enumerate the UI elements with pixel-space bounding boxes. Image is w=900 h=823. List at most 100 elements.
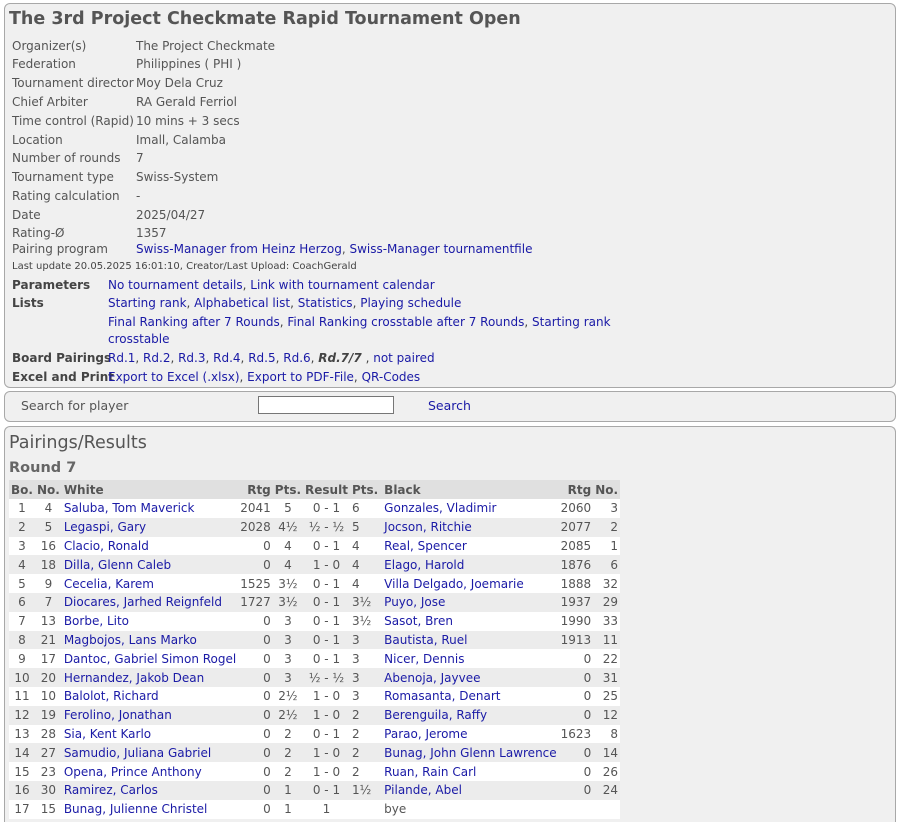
black-player-link[interactable]: Puyo, Jose — [384, 595, 445, 609]
cell-rtg: 0 — [238, 705, 273, 725]
round-6-link[interactable]: Rd.6 — [283, 351, 310, 365]
cell-no: 9 — [34, 574, 62, 593]
black-player-link[interactable]: Nicer, Dennis — [384, 652, 464, 666]
cell-pts: 1 — [272, 799, 304, 819]
cell-pts-black: 2 — [349, 743, 381, 763]
cell-result: ½ - ½ — [303, 668, 350, 687]
black-player-link[interactable]: Bautista, Ruel — [384, 633, 467, 647]
info-key: Date — [12, 208, 41, 222]
final-crosstable-link[interactable]: Final Ranking crosstable after 7 Rounds — [287, 315, 524, 329]
info-key: Pairing program — [12, 242, 108, 256]
playing-schedule-link[interactable]: Playing schedule — [360, 296, 461, 310]
location-link[interactable]: Imall, Calamba — [136, 131, 226, 150]
starting-rank-crosstable-link[interactable]: Starting rank — [532, 315, 611, 329]
black-player-link[interactable]: Elago, Harold — [384, 558, 464, 572]
cell-board: 6 — [9, 592, 35, 612]
round-3-link[interactable]: Rd.3 — [178, 351, 205, 365]
white-player-link[interactable]: Dilla, Glenn Caleb — [64, 558, 171, 572]
black-player-link[interactable]: Villa Delgado, Joemarie — [384, 577, 524, 591]
white-player-link[interactable]: Opena, Prince Anthony — [64, 765, 202, 779]
cell-board: 8 — [9, 630, 35, 650]
cell-no-black: 32 — [593, 574, 621, 593]
cell-white: Diocares, Jarhed Reignfeld — [61, 592, 239, 612]
white-player-link[interactable]: Magbojos, Lans Marko — [64, 633, 197, 647]
black-player-link[interactable]: Romasanta, Denart — [384, 689, 500, 703]
black-player-link[interactable]: Real, Spencer — [384, 539, 467, 553]
white-player-link[interactable]: Sia, Kent Karlo — [64, 727, 151, 741]
export-excel-link[interactable]: Export to Excel (.xlsx) — [108, 370, 240, 384]
black-player-link[interactable]: Berenguila, Raffy — [384, 708, 487, 722]
white-player-link[interactable]: Balolot, Richard — [64, 689, 159, 703]
white-player-link[interactable]: Hernandez, Jakob Dean — [64, 671, 204, 685]
cell-black: Nicer, Dennis — [380, 649, 559, 669]
black-player-link[interactable]: Abenoja, Jayvee — [384, 671, 480, 685]
cell-no: 15 — [34, 799, 62, 819]
swiss-manager-link[interactable]: Swiss-Manager from Heinz Herzog — [136, 242, 342, 256]
round-2-link[interactable]: Rd.2 — [143, 351, 170, 365]
cell-rtg: 0 — [238, 649, 273, 669]
swiss-manager-file-link[interactable]: Swiss-Manager tournamentfile — [349, 242, 532, 256]
cell-no-black: 2 — [593, 517, 621, 537]
excel-print-label: Excel and Print — [12, 370, 114, 384]
white-player-link[interactable]: Cecelia, Karem — [64, 577, 154, 591]
white-player-link[interactable]: Clacio, Ronald — [64, 539, 149, 553]
info-value: Philippines ( PHI ) — [136, 57, 242, 71]
cell-rtg: 1525 — [238, 574, 273, 593]
white-player-link[interactable]: Legaspi, Gary — [64, 520, 146, 534]
cell-result: 0 - 1 — [303, 630, 350, 650]
black-player-link[interactable]: Bunag, John Glenn Lawrence — [384, 746, 556, 760]
info-key: Federation — [12, 57, 76, 71]
table-row: 7 13 Borbe, Lito 0 3 0 - 1 3½ Sasot, Bren 1990 33 — [9, 611, 621, 631]
cell-no-black: 1 — [593, 536, 621, 556]
white-player-link[interactable]: Borbe, Lito — [64, 614, 129, 628]
cell-black: Bautista, Ruel — [380, 630, 559, 650]
cell-result: 0 - 1 — [303, 724, 350, 744]
black-player-link[interactable]: Jocson, Ritchie — [384, 520, 472, 534]
qr-codes-link[interactable]: QR-Codes — [362, 370, 421, 384]
cell-rtg: 1727 — [238, 592, 273, 612]
search-button[interactable]: Search — [428, 398, 471, 413]
cell-rtg: 0 — [238, 743, 273, 763]
table-header-row: Bo. No. White Rtg Pts. Result Pts. Black… — [9, 480, 621, 499]
starting-rank-crosstable-link-cont[interactable]: crosstable — [108, 332, 170, 346]
cell-rtg: 0 — [238, 630, 273, 650]
cell-no-black: 33 — [593, 611, 621, 631]
cell-white: Opena, Prince Anthony — [61, 762, 239, 781]
cell-rtg-black: 0 — [558, 743, 594, 763]
starting-rank-link[interactable]: Starting rank — [108, 296, 187, 310]
round-1-link[interactable]: Rd.1 — [108, 351, 135, 365]
round-5-link[interactable]: Rd.5 — [248, 351, 275, 365]
cell-pts: 3 — [272, 611, 304, 631]
cell-white: Dilla, Glenn Caleb — [61, 555, 239, 575]
white-player-link[interactable]: Saluba, Tom Maverick — [64, 501, 195, 515]
white-player-link[interactable]: Diocares, Jarhed Reignfeld — [64, 595, 222, 609]
final-ranking-link[interactable]: Final Ranking after 7 Rounds — [108, 315, 280, 329]
col-white: White — [61, 480, 239, 499]
black-player-link[interactable]: Pilande, Abel — [384, 783, 462, 797]
cell-no-black — [593, 799, 621, 819]
black-player-link[interactable]: Parao, Jerome — [384, 727, 467, 741]
not-paired-link[interactable]: not paired — [373, 351, 434, 365]
black-player-link[interactable]: Sasot, Bren — [384, 614, 453, 628]
alphabetical-list-link[interactable]: Alphabetical list — [194, 296, 290, 310]
white-player-link[interactable]: Samudio, Juliana Gabriel — [64, 746, 211, 760]
white-player-link[interactable]: Dantoc, Gabriel Simon Rogel — [64, 652, 236, 666]
no-details-link[interactable]: No tournament details — [108, 278, 243, 292]
black-player-link[interactable]: Gonzales, Vladimir — [384, 501, 496, 515]
white-player-link[interactable]: Bunag, Julienne Christel — [64, 802, 208, 816]
cell-result: 1 — [303, 799, 350, 819]
cell-pts: 4½ — [272, 517, 304, 537]
info-value: Moy Dela Cruz — [136, 76, 223, 90]
export-pdf-link[interactable]: Export to PDF-File — [247, 370, 354, 384]
cell-rtg-black: 1913 — [558, 630, 594, 650]
statistics-link[interactable]: Statistics — [298, 296, 353, 310]
search-input[interactable] — [258, 396, 394, 414]
pairings-table: Bo. No. White Rtg Pts. Result Pts. Black… — [9, 480, 621, 819]
calendar-link[interactable]: Link with tournament calendar — [250, 278, 434, 292]
round-4-link[interactable]: Rd.4 — [213, 351, 240, 365]
table-row: 15 23 Opena, Prince Anthony 0 2 1 - 0 2 Ruan, R… — [9, 762, 621, 781]
white-player-link[interactable]: Ramirez, Carlos — [64, 783, 158, 797]
black-player-link[interactable]: Ruan, Rain Carl — [384, 765, 476, 779]
white-player-link[interactable]: Ferolino, Jonathan — [64, 708, 172, 722]
info-key: Tournament director — [12, 76, 134, 90]
